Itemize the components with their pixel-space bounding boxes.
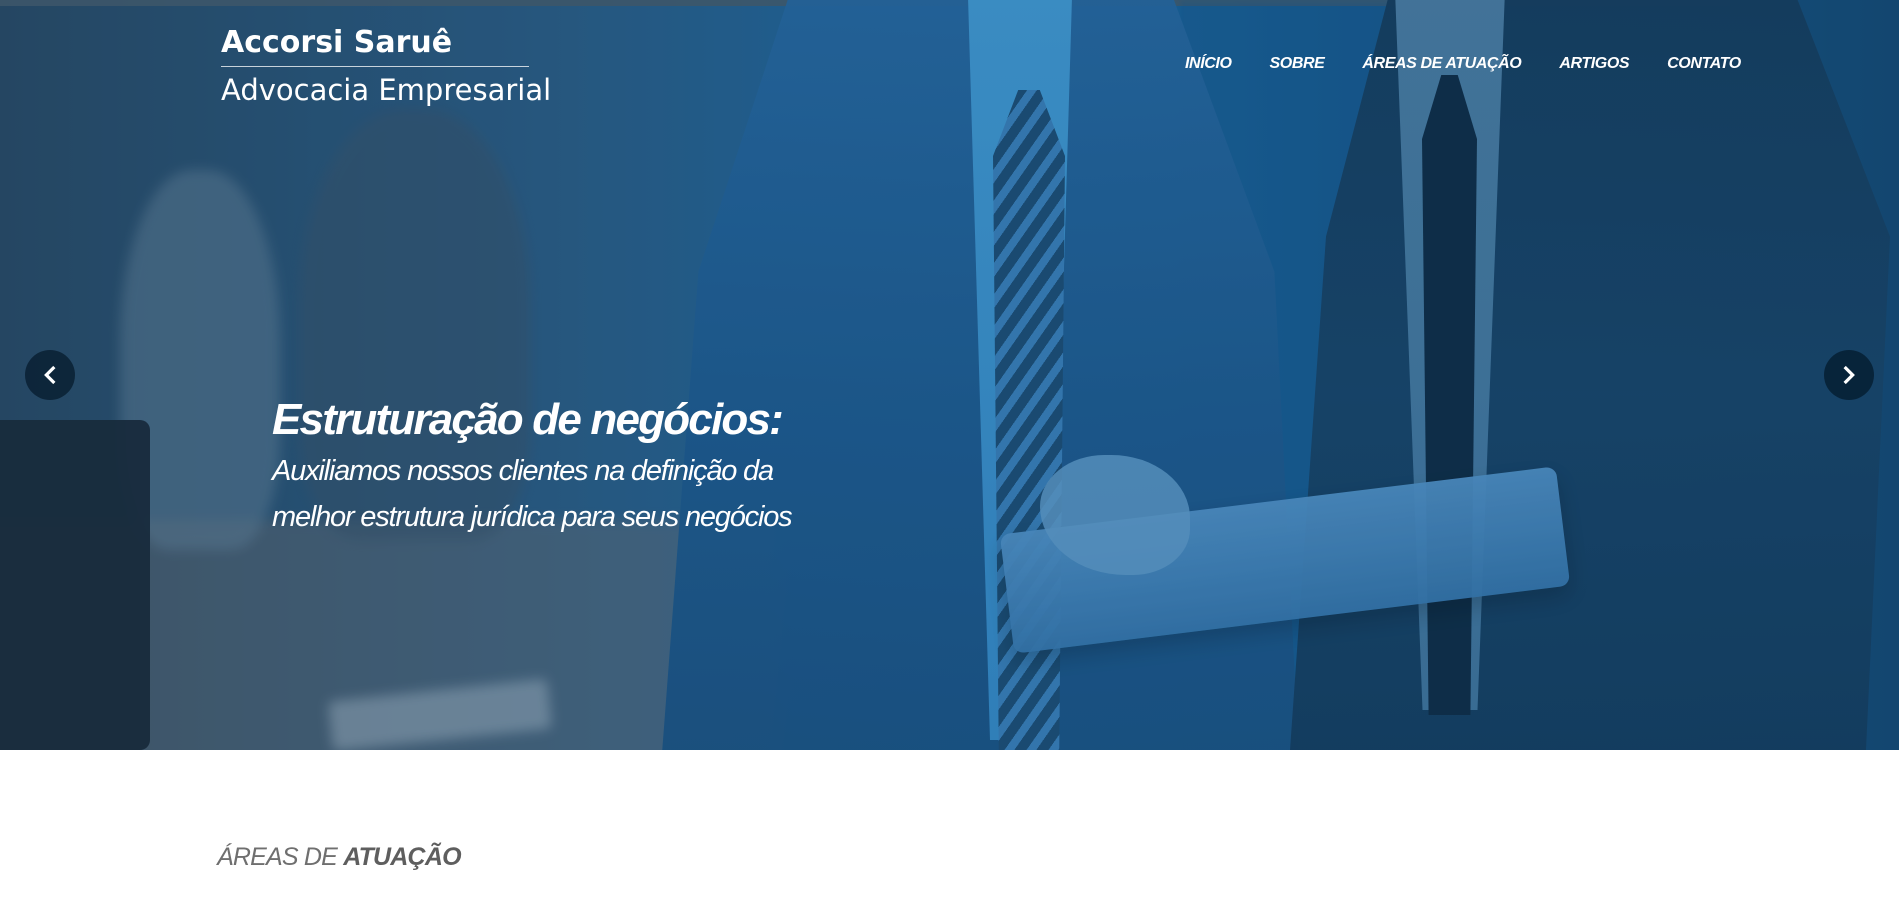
carousel-prev-button[interactable] xyxy=(25,350,75,400)
section-heading-emphasis: ATUAÇÃO xyxy=(343,843,461,871)
hero-carousel: Accorsi Saruê Advocacia Empresarial INÍC… xyxy=(0,0,1899,750)
chevron-right-icon xyxy=(1843,365,1855,385)
nav-item-inicio[interactable]: INÍCIO xyxy=(1185,55,1232,73)
section-heading: ÁREAS DE ATUAÇÃO xyxy=(217,843,462,872)
logo-subtitle: Advocacia Empresarial xyxy=(221,73,552,107)
slide-text-line: Auxiliamos nossos clientes na definição … xyxy=(272,455,774,487)
carousel-next-button[interactable] xyxy=(1824,350,1874,400)
logo-title: Accorsi Saruê xyxy=(221,25,453,60)
slide-title: Estruturação de negócios: xyxy=(272,395,784,444)
nav-item-areas-de-atuacao[interactable]: ÁREAS DE ATUAÇÃO xyxy=(1362,55,1521,73)
slide-caption: Estruturação de negócios: Auxiliamos nos… xyxy=(272,395,992,537)
chevron-left-icon xyxy=(44,365,56,385)
section-heading-prefix: ÁREAS DE xyxy=(217,843,338,871)
logo-divider xyxy=(221,66,529,67)
nav-item-sobre[interactable]: SOBRE xyxy=(1270,55,1325,73)
color-overlay xyxy=(0,0,1899,750)
nav-item-artigos[interactable]: ARTIGOS xyxy=(1559,55,1629,73)
main-nav: INÍCIO SOBRE ÁREAS DE ATUAÇÃO ARTIGOS CO… xyxy=(1185,55,1741,73)
site-logo[interactable]: Accorsi Saruê Advocacia Empresarial xyxy=(221,24,552,107)
nav-item-contato[interactable]: CONTATO xyxy=(1667,55,1741,73)
slide-text-line: melhor estrutura jurídica para seus negó… xyxy=(272,501,793,533)
